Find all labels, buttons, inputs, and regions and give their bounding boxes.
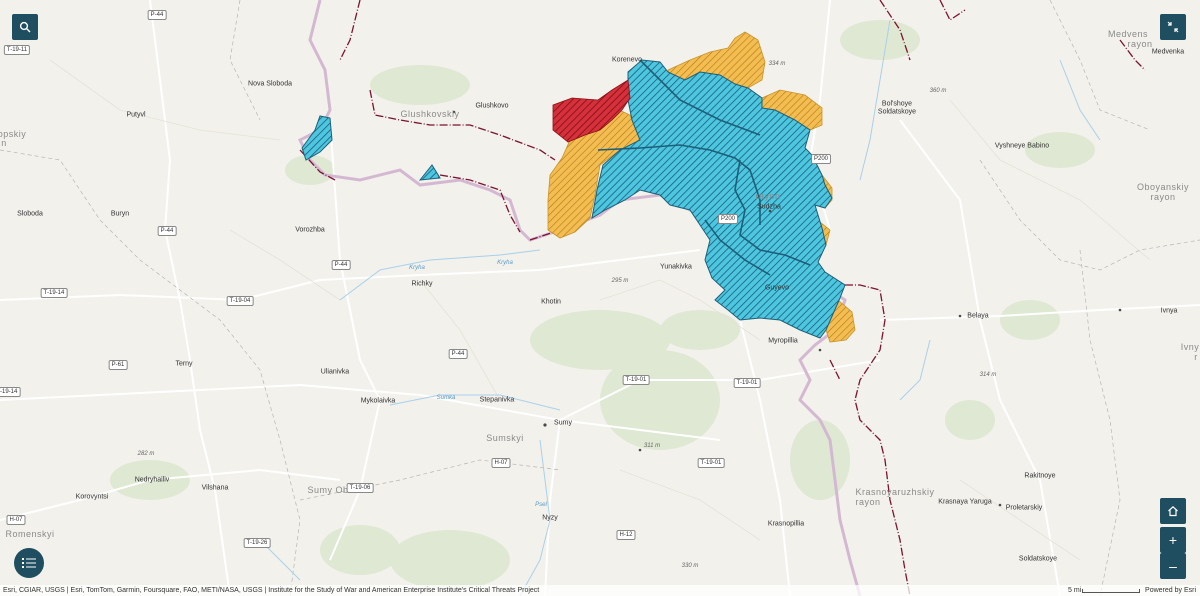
scale-label: 5 mi	[1068, 587, 1082, 594]
river-label: Sumka	[436, 395, 456, 401]
road-shield: T-19-14	[0, 387, 21, 397]
place-label: Nova Sloboda	[248, 80, 292, 88]
region-label: rayon	[1150, 192, 1176, 202]
elevation-label: 282 m	[137, 451, 155, 457]
powered-by-esri[interactable]: Powered by Esri	[1145, 585, 1196, 596]
region-label: rayon	[755, 191, 781, 201]
place-label: Proletarskiy	[1005, 504, 1043, 512]
region-label: n	[1, 138, 7, 148]
place-label: Vyshneye Babino	[994, 142, 1050, 150]
place-label: Korenevo	[612, 56, 642, 64]
place-label: Belaya	[967, 312, 989, 320]
region-label: Medvens	[1107, 29, 1149, 39]
road-shield: P200	[810, 154, 832, 164]
home-button[interactable]	[1160, 498, 1186, 524]
region-label: Glushkovskiy	[400, 109, 460, 119]
elevation-label: 330 m	[681, 563, 699, 569]
region-label: Krasnoyaruzhskiy	[855, 487, 935, 497]
road-shield: T-19-01	[733, 378, 761, 388]
place-label: Putyvl	[126, 111, 146, 119]
place-label: Rakitnoye	[1024, 472, 1056, 480]
home-icon	[1168, 505, 1178, 517]
road-shield: T-19-11	[3, 45, 31, 55]
place-label: Krasnopillia	[767, 520, 805, 528]
place-label: Medvenka	[1151, 48, 1185, 56]
place-label: Vilshana	[201, 484, 229, 492]
place-label: Sudzha	[757, 203, 781, 211]
place-label: Myropillia	[768, 337, 798, 345]
elevation-label: 314 m	[979, 372, 997, 378]
zoom-in-button[interactable]: +	[1160, 527, 1186, 553]
road-shield: P-44	[157, 226, 177, 236]
road-shield: T-19-06	[346, 483, 374, 493]
place-label: Richky	[411, 280, 433, 288]
place-label: Ivnya	[1160, 307, 1178, 315]
list-icon	[22, 558, 36, 568]
search-icon	[19, 21, 31, 33]
zoom-out-button[interactable]: –	[1160, 553, 1186, 579]
collapse-button[interactable]	[1160, 14, 1186, 40]
elevation-label: 360 m	[929, 88, 947, 94]
elevation-label: 311 m	[643, 443, 661, 449]
place-label: Mykolaivka	[360, 397, 396, 405]
region-label: rayon	[855, 497, 881, 507]
road-shield: T-19-04	[226, 296, 254, 306]
place-label: Guyevo	[764, 284, 790, 292]
region-label: Oboyanskiy	[1136, 182, 1190, 192]
scale-bar	[1082, 589, 1140, 593]
place-label: Glushkovo	[475, 102, 509, 110]
place-label: Stepanivka	[479, 396, 515, 404]
attribution-text: Esri, CGIAR, USGS | Esri, TomTom, Garmin…	[3, 587, 540, 594]
road-shield: P-61	[108, 360, 128, 370]
place-label: Soldatskoye	[877, 108, 917, 116]
road-shield: T-19-01	[697, 458, 725, 468]
road-shield: P-44	[331, 260, 351, 270]
road-shield: H-12	[616, 530, 636, 540]
river-label: Kryha	[409, 265, 425, 271]
place-label: Khotin	[541, 298, 561, 306]
place-label: Terny	[175, 360, 193, 368]
place-label: Sumy	[554, 419, 572, 427]
region-label: Ivny	[1180, 342, 1200, 352]
legend-button[interactable]	[14, 548, 44, 578]
place-label: Soldatskoye	[1018, 555, 1058, 563]
place-label: Yunakivka	[660, 263, 692, 271]
road-shield: P-44	[147, 10, 167, 20]
place-label: Ulianivka	[320, 368, 350, 376]
attribution-bar: Esri, CGIAR, USGS | Esri, TomTom, Garmin…	[0, 585, 1200, 596]
river-label: Kryha	[497, 260, 513, 266]
search-button[interactable]	[12, 14, 38, 40]
road-shield: T-19-26	[243, 538, 271, 548]
river-label: Psel	[535, 502, 547, 508]
road-shield: T-19-01	[622, 375, 650, 385]
region-label: Sumskyi	[486, 433, 524, 443]
place-label: Buryn	[110, 210, 130, 218]
region-label: rayon	[1127, 39, 1153, 49]
place-label: Sloboda	[17, 210, 43, 218]
place-label: Nyzy	[542, 514, 558, 522]
place-label: Krasnaya Yaruga	[938, 498, 992, 506]
region-label: Romenskyi	[5, 529, 55, 539]
road-shield: P200	[717, 214, 739, 224]
place-label: Vorozhba	[295, 226, 325, 234]
region-label: r	[1194, 352, 1198, 362]
elevation-label: 334 m	[768, 61, 786, 67]
place-label: Nedryhailiv	[134, 476, 170, 484]
elevation-label: 295 m	[611, 278, 629, 284]
road-shield: P-44	[448, 349, 468, 359]
place-label: Korovyntsi	[75, 493, 109, 501]
place-label: Bol'shoye	[881, 100, 913, 108]
road-shield: T-19-14	[40, 288, 68, 298]
road-shield: H-07	[491, 458, 511, 468]
collapse-icon	[1167, 21, 1179, 33]
road-shield: H-07	[6, 515, 26, 525]
